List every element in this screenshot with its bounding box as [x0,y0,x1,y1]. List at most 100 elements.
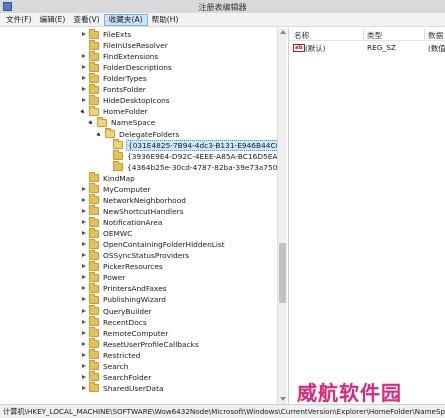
tree-row[interactable]: Power [80,271,126,283]
folder-icon [89,327,99,338]
menu-item[interactable]: 编辑(E) [35,14,69,26]
window-title: 注册表编辑器 [198,3,247,12]
expand-arrow-icon[interactable] [80,306,88,317]
expand-arrow-icon[interactable] [80,361,88,372]
scroll-down-icon[interactable] [280,397,286,401]
tree-row[interactable]: FileInUseResolver [80,39,169,51]
expand-arrow-icon[interactable] [80,350,88,361]
tree-row[interactable]: PublishingWizard [80,293,167,305]
folder-icon [89,50,99,61]
tree-row[interactable]: NetworkNeighborhood [80,194,187,206]
menu-item[interactable]: 查看(V) [69,14,103,26]
tree-row[interactable]: DelegateFolders [96,128,180,140]
tree-row[interactable]: SearchFolder [80,371,152,383]
expand-arrow-icon[interactable] [80,228,88,239]
expand-arrow-icon[interactable] [80,283,88,294]
value-row-default[interactable]: ab (默认) REG_SZ (数值 [289,42,445,53]
column-divider[interactable] [424,29,425,40]
tree-row[interactable]: FolderDescriptions [80,61,173,73]
expand-arrow-icon[interactable] [80,206,88,217]
expand-arrow-icon[interactable] [80,317,88,328]
expand-arrow-open-icon[interactable] [80,106,88,117]
expand-arrow-icon[interactable] [80,261,88,272]
column-header-data[interactable]: 数据 [428,30,443,41]
tree-row-label: NameSpace [111,118,156,128]
column-header-type[interactable]: 类型 [367,30,382,41]
tree-row[interactable]: MyComputer [80,183,152,195]
expand-arrow-icon[interactable] [80,239,88,250]
folder-icon [89,260,99,271]
expand-arrow-icon[interactable] [80,294,88,305]
expand-arrow-icon[interactable] [80,372,88,383]
tree-row-label: PickerResources [103,262,163,272]
tree-row[interactable]: FindExtensions [80,50,159,62]
expand-arrow-icon[interactable] [80,195,88,206]
tree-row[interactable]: NameSpace [88,116,156,128]
expand-arrow-icon[interactable] [80,339,88,350]
tree-row[interactable]: OpenContainingFolderHiddenList [80,238,226,250]
tree-row[interactable]: SharedUserData [80,382,165,394]
value-type: REG_SZ [367,43,396,52]
column-header-name[interactable]: 名称 [294,30,309,41]
registry-key-tree[interactable]: FileExts FileInUseResolver FindExtensions F… [0,28,277,404]
folder-icon [89,371,99,382]
values-list[interactable]: 名称 类型 数据 ab (默认) REG_SZ (数值 [288,28,445,404]
tree-row[interactable]: {3936E9E4-D92C-4EEE-A85A-BC16D5EA0819} [104,150,277,162]
tree-row[interactable]: KindMap [80,172,136,184]
menu-item[interactable]: 帮助(H) [148,14,183,26]
tree-row[interactable]: OEMWC [80,227,133,239]
tree-row[interactable]: Search [80,360,129,372]
tree-row-label: MyComputer [103,184,151,194]
expand-arrow-icon[interactable] [80,217,88,228]
tree-row[interactable]: PrintersAndFaxes [80,282,168,294]
scroll-up-icon[interactable] [280,30,286,34]
expand-arrow-icon[interactable] [80,84,88,95]
expand-arrow-icon[interactable] [80,383,88,394]
tree-row-label: DelegateFolders [119,129,180,139]
folder-icon [113,161,123,172]
tree-row[interactable]: NotificationArea [80,216,163,228]
folder-icon [89,72,99,83]
folder-icon [89,238,99,249]
tree-row[interactable]: FileExts [80,28,132,40]
tree-vertical-scrollbar[interactable] [277,28,287,404]
tree-row[interactable]: QueryBuilder [80,305,153,317]
menu-item[interactable]: 文件(F) [2,14,35,26]
expand-arrow-icon[interactable] [80,62,88,73]
expand-arrow-icon[interactable] [80,250,88,261]
expand-arrow-icon[interactable] [80,29,88,40]
tree-row[interactable]: ResetUserProfileCallbacks [80,338,200,350]
column-divider[interactable] [363,29,364,40]
tree-row[interactable]: PickerResources [80,260,164,272]
expand-arrow-icon[interactable] [80,51,88,62]
expand-arrow-open-icon[interactable] [88,117,96,128]
tree-row[interactable]: RemoteComputer [80,327,169,339]
folder-icon [97,116,107,127]
tree-row[interactable]: RecentDocs [80,316,148,328]
folder-icon [113,139,123,150]
tree-row[interactable]: Restricted [80,349,141,361]
expand-arrow-icon[interactable] [80,73,88,84]
expand-arrow-icon[interactable] [80,272,88,283]
tree-row[interactable]: HideDesktopIcons [80,94,171,106]
folder-icon [89,282,99,293]
expand-arrow-icon[interactable] [80,328,88,339]
expand-arrow-icon[interactable] [80,184,88,195]
tree-row[interactable]: HomeFolder [80,105,149,117]
tree-row[interactable]: OSSyncStatusProviders [80,249,190,261]
tree-row[interactable]: NewShortcutHandlers [80,205,185,217]
tree-row-label: NotificationArea [103,218,163,228]
menu-item[interactable]: 收藏夹(A) [103,13,148,26]
tree-row[interactable]: FontsFolder [80,83,147,95]
folder-icon [89,227,99,238]
folder-icon [89,83,99,94]
tree-row[interactable]: {031E4825-7B94-4dc3-B131-E946B44C8DD5} [104,139,277,151]
expand-arrow-icon[interactable] [80,95,88,106]
scroll-thumb[interactable] [279,243,286,303]
expand-arrow-icon [80,173,88,184]
menu-bar: 文件(F) 编辑(E) 查看(V) 收藏夹(A) 帮助(H) [0,13,445,27]
tree-row[interactable]: FolderTypes [80,72,148,84]
expand-arrow-open-icon[interactable] [96,129,104,140]
tree-row[interactable]: {4364b25e-30cd-4787-82ba-39e73a750b14} [104,161,277,173]
tree-row-label: SearchFolder [103,372,152,382]
